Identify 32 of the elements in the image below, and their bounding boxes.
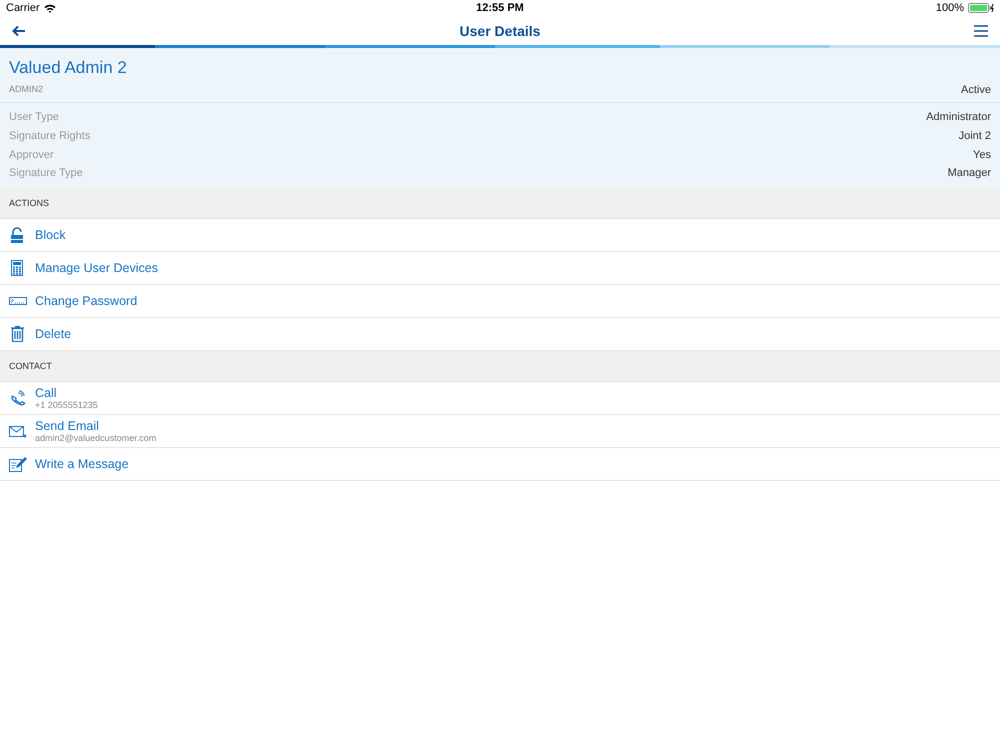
section-header: ACTIONS bbox=[9, 198, 50, 208]
pencil-note-icon bbox=[9, 456, 27, 472]
action-list-item[interactable]: Send Email admin2@valuedcustomer.com bbox=[0, 414, 1000, 448]
detail-label: Approver bbox=[9, 148, 54, 161]
action-list-item[interactable]: Manage User Devices bbox=[0, 252, 1000, 285]
detail-label: Signature Rights bbox=[9, 130, 90, 142]
username: ADMIN2 bbox=[9, 84, 44, 96]
detail-label: Signature Type bbox=[9, 167, 83, 180]
detail-value: Administrator bbox=[926, 111, 991, 124]
battery-percent: 100% bbox=[936, 2, 964, 14]
action-list-item[interactable]: Change Password bbox=[0, 284, 1000, 318]
detail-value: Joint 2 bbox=[958, 130, 991, 142]
detail-value: Manager bbox=[948, 167, 991, 180]
detail-label: User Type bbox=[9, 111, 59, 124]
back-arrow-icon bbox=[12, 24, 26, 36]
user-status: Active bbox=[961, 84, 991, 96]
action-list-item[interactable]: Block bbox=[0, 218, 1000, 252]
action-list-item[interactable]: Write a Message bbox=[0, 448, 1000, 481]
menu-icon bbox=[974, 24, 988, 36]
battery-icon bbox=[968, 3, 994, 13]
item-detail: +1 2055551235 bbox=[35, 400, 98, 410]
section-header: CONTACT bbox=[9, 360, 52, 371]
carrier-label: Carrier bbox=[6, 2, 40, 14]
page-title: User Details bbox=[458, 22, 542, 38]
clock-time: 12:55 PM bbox=[476, 2, 524, 14]
trash-icon bbox=[9, 326, 27, 342]
item-detail: admin2@valuedcustomer.com bbox=[35, 432, 156, 443]
detail-value: Yes bbox=[973, 148, 991, 161]
wifi-icon bbox=[44, 4, 56, 12]
user-name: Valued Admin 2 bbox=[9, 58, 128, 78]
action-list-item[interactable]: Call +1 2055551235 bbox=[0, 382, 1000, 415]
phone-icon bbox=[9, 390, 27, 406]
